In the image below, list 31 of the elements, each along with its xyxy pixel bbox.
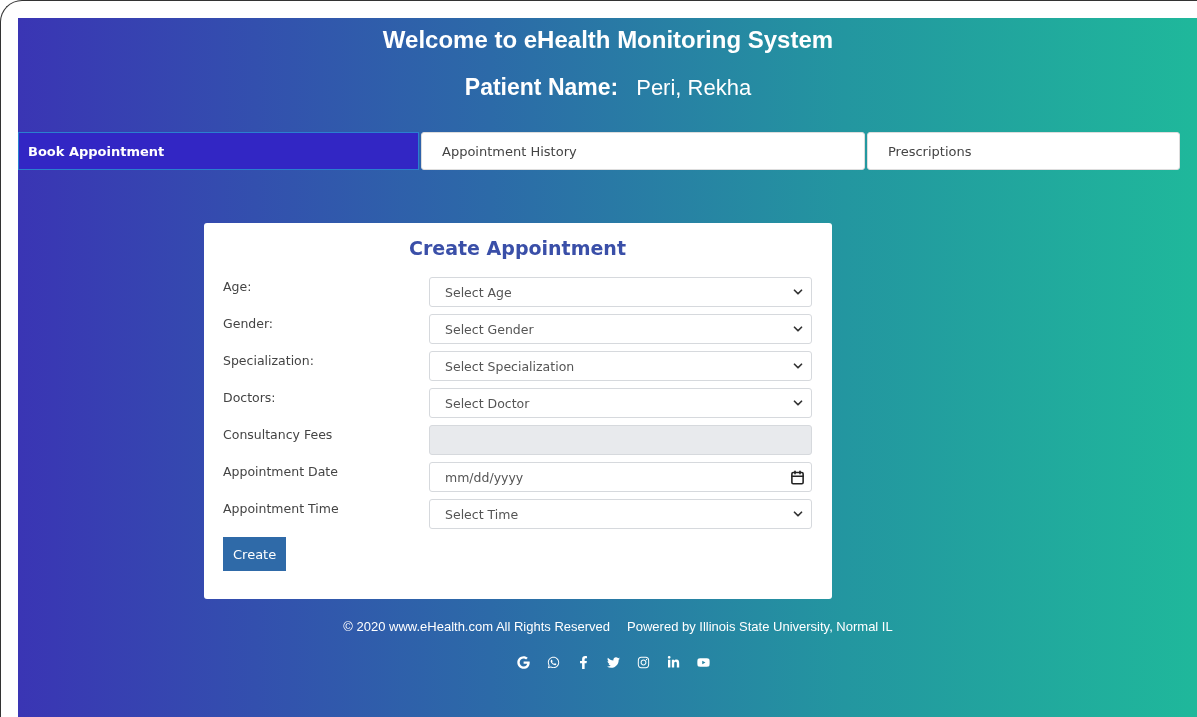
bird-icon[interactable] xyxy=(606,656,620,669)
select-field[interactable]: Select Gender xyxy=(429,314,812,344)
select-field[interactable]: Select Time xyxy=(429,499,812,529)
field-label: Gender: xyxy=(223,315,275,333)
chat-bubble-icon[interactable] xyxy=(546,656,560,669)
tab[interactable]: Book Appointment xyxy=(18,132,419,170)
calendar-icon xyxy=(790,469,805,485)
patient-label: Patient Name: xyxy=(464,74,619,101)
g-letter-icon[interactable] xyxy=(516,656,530,669)
select-field[interactable]: Select Specialization xyxy=(429,351,812,381)
field-label: Specialization: xyxy=(223,352,315,370)
date-field[interactable]: mm/dd/yyyy xyxy=(429,462,812,492)
powered-by-text: Powered by Illinois State University, Normal IL xyxy=(627,619,893,634)
form-title: Create Appointment xyxy=(408,237,627,259)
field-label: Consultancy Fees xyxy=(223,426,334,444)
field-label: Age: xyxy=(223,278,253,296)
field-label: Appointment Time xyxy=(223,500,340,518)
tab[interactable]: Prescriptions xyxy=(867,132,1180,170)
create-button[interactable]: Create xyxy=(223,537,287,571)
patient-name: Peri, Rekha xyxy=(636,75,752,101)
copyright-text: © 2020 www.eHealth.com All Rights Reserved xyxy=(343,619,611,634)
select-field[interactable]: Select Doctor xyxy=(429,388,812,418)
page-title: Welcome to eHealth Monitoring System xyxy=(381,26,835,54)
field-label: Appointment Date xyxy=(223,463,339,481)
video-icon[interactable] xyxy=(696,656,710,669)
tab[interactable]: Appointment History xyxy=(421,132,865,170)
in-letter-icon[interactable] xyxy=(666,656,680,669)
select-field[interactable]: Select Age xyxy=(429,277,812,307)
input-field[interactable] xyxy=(429,425,812,455)
field-label: Doctors: xyxy=(223,389,277,407)
camera-icon[interactable] xyxy=(636,656,650,669)
